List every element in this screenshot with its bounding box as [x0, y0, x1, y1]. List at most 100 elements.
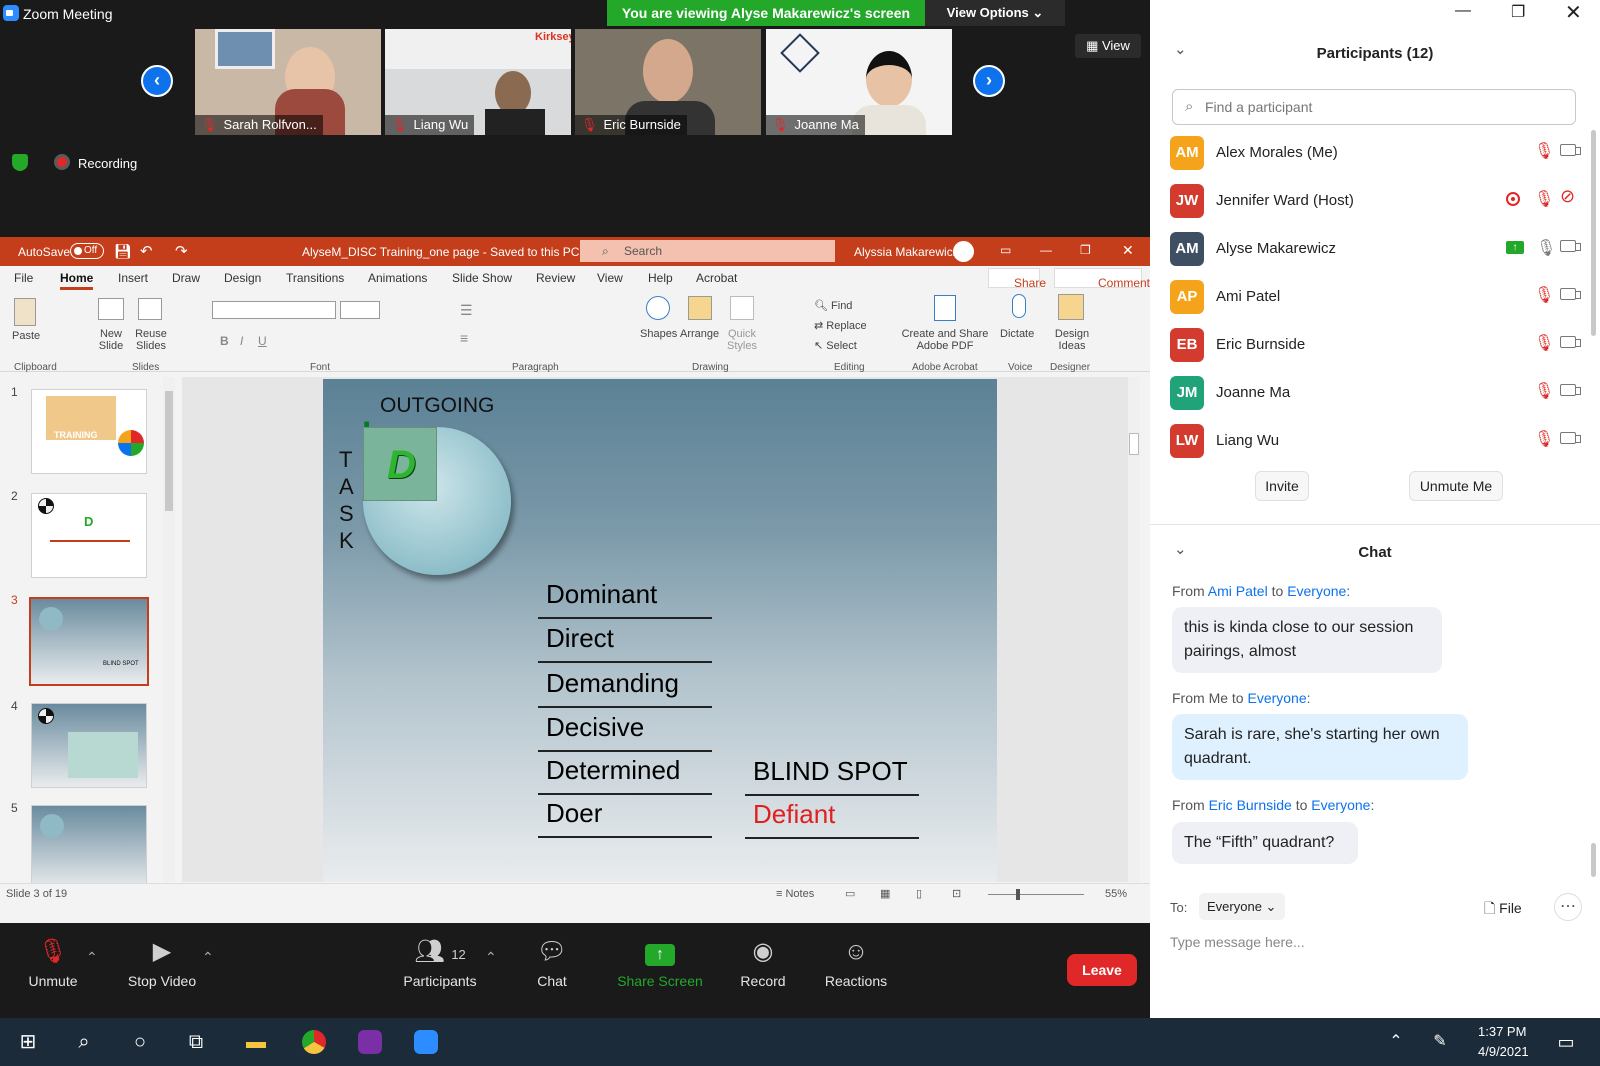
taskbar-date[interactable]: 4/9/2021	[1478, 1044, 1529, 1059]
sorter-view-icon[interactable]: ▦	[880, 887, 890, 900]
font-size-dropdown[interactable]	[340, 301, 380, 319]
tab-view[interactable]: View	[597, 271, 623, 285]
bold-icon[interactable]: B	[220, 334, 229, 348]
chevron-up-icon[interactable]: ⌃	[485, 949, 497, 966]
slide-thumbnail-1[interactable]: TRAINING	[31, 389, 147, 474]
slideshow-icon[interactable]: ⊡	[952, 887, 961, 900]
replace-button[interactable]: ⇄ Replace	[814, 319, 867, 332]
underline-icon[interactable]: U	[258, 334, 267, 348]
minimize-icon[interactable]: —	[1455, 2, 1471, 20]
chevron-up-icon[interactable]: ⌃	[86, 949, 98, 966]
quick-styles-icon[interactable]	[730, 296, 754, 320]
share-button[interactable]: Share	[988, 268, 1046, 290]
chrome-icon[interactable]	[298, 1026, 330, 1058]
participant-row[interactable]: EB Eric Burnside 🎙︎	[1170, 325, 1590, 365]
taskbar-time[interactable]: 1:37 PM	[1478, 1024, 1526, 1039]
muted-mic-icon[interactable]: 🎙︎	[1534, 333, 1554, 353]
find-button[interactable]: 🔍︎ Find	[814, 299, 852, 312]
ppt-search-box[interactable]: ⌕ Search	[580, 240, 835, 262]
font-name-dropdown[interactable]	[212, 301, 336, 319]
pen-icon[interactable]: ✎	[1424, 1026, 1456, 1058]
thumbnail-scrollbar[interactable]	[163, 377, 175, 882]
muted-mic-icon[interactable]: 🎙︎	[1534, 429, 1554, 449]
video-tile-joanne[interactable]: 🎙︎ Joanne Ma	[766, 29, 952, 135]
tab-file[interactable]: File	[14, 271, 33, 285]
gallery-next-button[interactable]: ›	[970, 62, 1008, 100]
redo-icon[interactable]: ↷	[175, 242, 188, 260]
microphone-icon[interactable]	[1012, 294, 1026, 318]
tab-animations[interactable]: Animations	[368, 271, 427, 285]
invite-button[interactable]: Invite	[1255, 471, 1309, 501]
tab-help[interactable]: Help	[648, 271, 673, 285]
view-layout-button[interactable]: ▦ View	[1075, 34, 1141, 58]
bullets-icon[interactable]: ☰	[460, 302, 473, 319]
video-tile-eric[interactable]: 🎙︎ Eric Burnside	[575, 29, 761, 135]
tab-insert[interactable]: Insert	[118, 271, 148, 285]
pdf-app-icon[interactable]	[354, 1026, 386, 1058]
video-tile-sarah[interactable]: 🎙︎ Sarah Rolfvon...	[195, 29, 381, 135]
video-camera-icon[interactable]	[1560, 144, 1581, 156]
close-icon[interactable]: ✕	[1565, 0, 1582, 25]
current-slide[interactable]: OUTGOING ! T A S K D Dominant Direct Dem…	[323, 379, 997, 882]
reading-view-icon[interactable]: ▯	[916, 887, 922, 900]
video-camera-icon[interactable]	[1560, 288, 1581, 300]
create-pdf-icon[interactable]	[934, 295, 956, 321]
muted-mic-icon[interactable]: 🎙︎	[1534, 381, 1554, 401]
close-icon[interactable]: ✕	[1122, 242, 1134, 259]
chevron-up-icon[interactable]: ⌃	[1380, 1026, 1412, 1058]
restore-icon[interactable]: ❐	[1080, 243, 1091, 257]
participant-row[interactable]: AM Alyse Makarewicz ↑ 🎙︎	[1170, 229, 1590, 269]
slide-thumbnail-2[interactable]: D	[31, 493, 147, 578]
video-camera-icon[interactable]	[1560, 432, 1581, 444]
zoom-app-icon[interactable]	[410, 1026, 442, 1058]
zoom-slider-thumb[interactable]	[1016, 889, 1020, 900]
share-screen-button[interactable]: ↑ Share Screen	[605, 923, 715, 989]
italic-icon[interactable]: I	[240, 334, 243, 348]
view-options-button[interactable]: View Options ⌄	[925, 0, 1065, 26]
video-off-icon[interactable]: ⊘	[1560, 186, 1575, 207]
slide-thumbnail-5[interactable]	[31, 805, 147, 890]
new-slide-icon[interactable]	[98, 298, 124, 320]
select-button[interactable]: ↖ Select	[814, 339, 857, 352]
video-tile-liang[interactable]: Kirksey 🎙︎ Liang Wu	[385, 29, 571, 135]
video-camera-icon[interactable]	[1560, 384, 1581, 396]
leave-button[interactable]: Leave	[1067, 954, 1137, 986]
comments-button[interactable]: Comments	[1054, 268, 1156, 290]
muted-mic-icon[interactable]: 🎙︎	[1534, 285, 1554, 305]
scrollbar-thumb[interactable]	[1129, 433, 1139, 455]
slide-thumbnail-3[interactable]: BLIND SPOT	[29, 597, 149, 686]
scrollbar-thumb[interactable]	[165, 391, 173, 511]
more-options-icon[interactable]: ⋯	[1554, 893, 1582, 921]
participants-scrollbar[interactable]	[1591, 130, 1596, 336]
normal-view-icon[interactable]: ▭	[845, 887, 855, 900]
notification-icon[interactable]: ▭	[1550, 1026, 1582, 1058]
shapes-icon[interactable]	[646, 296, 670, 320]
align-left-icon[interactable]: ≡	[460, 330, 468, 346]
undo-icon[interactable]: ↶	[140, 242, 153, 260]
participant-row[interactable]: AM Alex Morales (Me) 🎙︎	[1170, 133, 1590, 173]
reactions-button[interactable]: ☺ Reactions	[806, 923, 906, 989]
restore-icon[interactable]: ❐	[1511, 2, 1525, 22]
search-icon[interactable]: ⌕	[68, 1026, 100, 1058]
unmute-me-button[interactable]: Unmute Me	[1409, 471, 1503, 501]
task-view-icon[interactable]: ⧉	[180, 1026, 212, 1058]
tab-review[interactable]: Review	[536, 271, 575, 285]
chat-message-input[interactable]: Type message here...	[1170, 934, 1305, 950]
tab-transitions[interactable]: Transitions	[286, 271, 344, 285]
cortana-icon[interactable]: ○	[124, 1026, 156, 1058]
save-icon[interactable]: 💾︎	[114, 243, 132, 260]
participant-row[interactable]: LW Liang Wu 🎙︎	[1170, 421, 1590, 461]
video-camera-icon[interactable]	[1560, 336, 1581, 348]
ribbon-display-icon[interactable]: ▭	[1000, 243, 1011, 257]
tab-design[interactable]: Design	[224, 271, 261, 285]
minimize-icon[interactable]: —	[1040, 243, 1052, 257]
muted-mic-icon[interactable]: 🎙︎	[1534, 189, 1554, 209]
chat-scrollbar[interactable]	[1591, 843, 1596, 877]
stop-video-button[interactable]: ▶ Stop Video	[112, 923, 212, 989]
participant-row[interactable]: JM Joanne Ma 🎙︎	[1170, 373, 1590, 413]
participant-row[interactable]: JW Jennifer Ward (Host) 🎙︎ ⊘	[1170, 181, 1590, 221]
chat-button[interactable]: 💬︎ Chat	[502, 923, 602, 989]
tab-draw[interactable]: Draw	[172, 271, 200, 285]
participants-button[interactable]: 👥︎ 12 Participants	[380, 923, 500, 989]
file-explorer-icon[interactable]: ▬	[240, 1026, 272, 1058]
